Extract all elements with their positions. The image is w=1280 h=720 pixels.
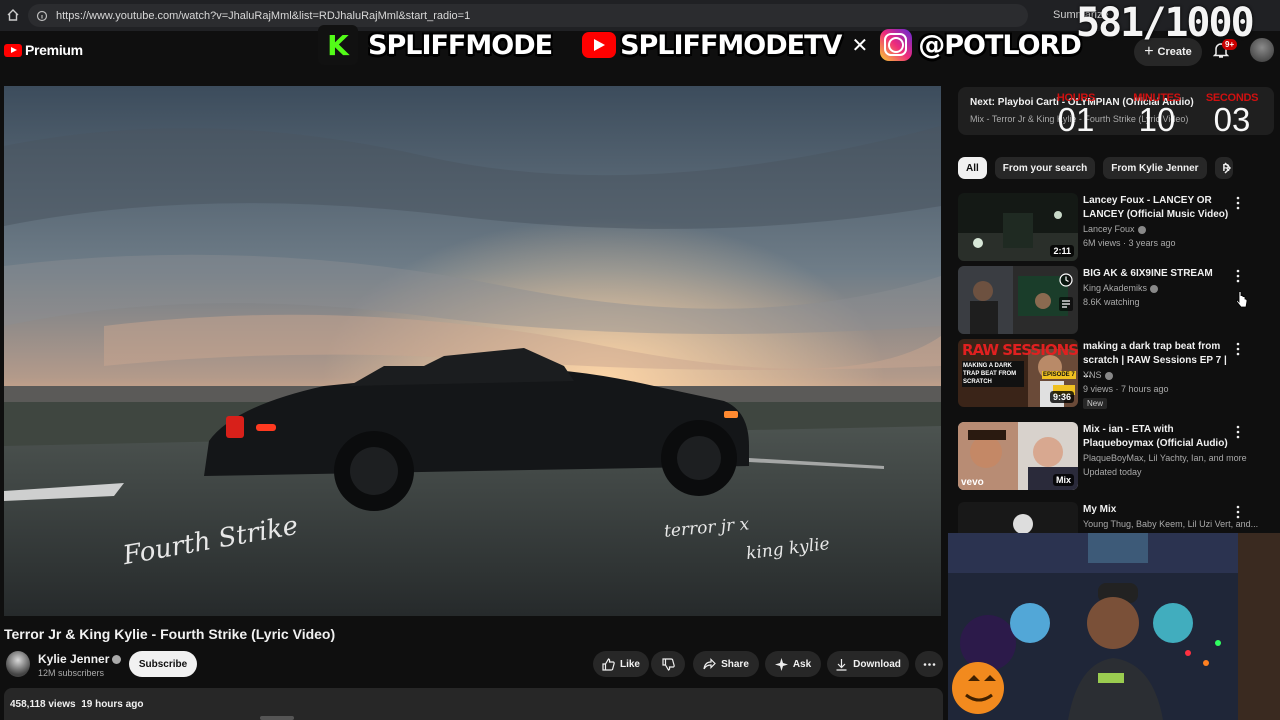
timer-hours: HOURS 01: [1050, 92, 1102, 139]
video-thumbnail[interactable]: RAW SESSIONS MAKING A DARK TRAP BEAT FRO…: [958, 339, 1078, 407]
subscribe-button[interactable]: Subscribe: [129, 651, 197, 677]
video-player[interactable]: Fourth Strike terror jr x king kylie: [4, 86, 941, 616]
streamer-webcam: [948, 533, 1280, 720]
horizontal-scrollbar[interactable]: [260, 716, 294, 720]
more-vertical-icon[interactable]: [1236, 342, 1240, 356]
chip-from-kylie-jenner[interactable]: From Kylie Jenner: [1103, 157, 1207, 179]
create-label: Create: [1157, 46, 1192, 58]
thumbs-up-icon: [602, 657, 615, 671]
recommendation-channel[interactable]: Young Thug, Baby Keem, Lil Uzi Vert, and…: [1083, 519, 1258, 529]
more-vertical-icon[interactable]: [1236, 425, 1240, 439]
recommendation-item[interactable]: 2:11 Lancey Foux - LANCEY OR LANCEY (Off…: [958, 193, 1274, 261]
new-badge: New: [1083, 398, 1108, 409]
subscriber-count: 12M subscribers: [38, 668, 105, 678]
chip-from-your-search[interactable]: From your search: [994, 157, 1096, 179]
video-thumbnail[interactable]: [958, 502, 1078, 534]
logo-text: Premium: [25, 42, 83, 58]
video-thumbnail[interactable]: vevo Mix: [958, 422, 1078, 490]
sparkle-icon: [774, 657, 788, 671]
share-button[interactable]: Share: [693, 651, 759, 677]
instagram-handle: @POTLORD: [918, 29, 1082, 61]
x-separator-icon: ✕: [851, 34, 869, 57]
plus-icon: +: [1144, 43, 1154, 60]
site-info-icon[interactable]: [36, 10, 48, 22]
recommendation-meta: 6M views · 3 years ago: [1083, 238, 1176, 248]
recommendation-channel[interactable]: PlaqueBoyMax, Lil Yachty, Ian, and more: [1083, 453, 1247, 463]
channel-avatar[interactable]: [6, 651, 30, 677]
recommendation-item[interactable]: RAW SESSIONS MAKING A DARK TRAP BEAT FRO…: [958, 339, 1274, 409]
filter-chips: All From your search From Kylie Jenner R: [958, 157, 1233, 179]
youtube-logo-icon: [582, 32, 617, 58]
kick-handle: SPLIFFMODE: [368, 29, 553, 61]
download-button[interactable]: Download: [827, 651, 909, 677]
minutes-value: 10: [1138, 101, 1176, 138]
share-icon: [703, 657, 716, 669]
verified-icon: [1150, 284, 1159, 293]
recommendation-item[interactable]: vevo Mix Mix - ian - ETA with Plaqueboym…: [958, 422, 1274, 490]
ask-label: Ask: [792, 658, 812, 670]
download-label: Download: [853, 658, 901, 670]
recommendation-item[interactable]: BIG AK & 6IX9INE STREAM King Akademiks 8…: [958, 266, 1274, 334]
clock-icon: [1059, 273, 1073, 287]
chevron-right-icon[interactable]: [1221, 161, 1233, 175]
view-stats: 458,118 views 19 hours ago: [10, 699, 144, 710]
recommendation-meta: 8.6K watching: [1083, 297, 1140, 307]
ask-button[interactable]: Ask: [765, 651, 821, 677]
timer-minutes: MINUTES 10: [1124, 92, 1190, 139]
video-duration: 9:36: [1049, 391, 1074, 403]
recommendation-channel[interactable]: Lancey Foux: [1083, 224, 1146, 234]
thumbnail-episode: EPISODE 7: [1042, 371, 1076, 379]
instagram-logo-icon: [880, 29, 913, 61]
kick-logo-icon: K: [318, 25, 358, 65]
recommendation-title[interactable]: Mix - ian - ETA with Plaqueboymax (Offic…: [1083, 423, 1233, 451]
recommendation-meta: Updated today: [1083, 467, 1142, 477]
video-title: Terror Jr & King Kylie - Fourth Strike (…: [4, 626, 336, 642]
youtube-logo-icon: [4, 43, 22, 57]
video-duration: 2:11: [1050, 245, 1074, 257]
more-vertical-icon[interactable]: [1236, 505, 1240, 519]
share-label: Share: [721, 658, 749, 670]
home-icon[interactable]: [6, 8, 20, 22]
goal-counter: 581/1000: [1076, 0, 1255, 46]
more-vertical-icon[interactable]: [1236, 196, 1240, 210]
more-actions-button[interactable]: [915, 651, 943, 677]
thumbnail-subline: MAKING A DARK TRAP BEAT FROM SCRATCH: [962, 361, 1024, 387]
recommendation-title[interactable]: My Mix: [1083, 503, 1233, 517]
thumbnail-headline: RAW SESSIONS: [962, 341, 1078, 359]
vevo-logo: vevo: [961, 477, 984, 488]
more-vertical-icon[interactable]: [1236, 269, 1240, 283]
youtube-premium-logo[interactable]: Premium: [4, 42, 83, 58]
verified-icon: [112, 655, 122, 665]
chip-all[interactable]: All: [958, 157, 987, 179]
recommendation-title[interactable]: BIG AK & 6IX9INE STREAM: [1083, 267, 1233, 281]
youtube-handle: SPLIFFMODETV: [620, 29, 842, 61]
verified-icon: [1104, 371, 1113, 380]
like-label: Like: [619, 658, 640, 670]
recommendation-channel[interactable]: YNS: [1083, 370, 1113, 380]
mouse-cursor-icon: [1236, 291, 1248, 308]
seconds-value: 03: [1213, 101, 1251, 138]
stream-overlay-banner: K SPLIFFMODE SPLIFFMODETV ✕ @POTLORD: [318, 16, 1082, 74]
hours-value: 01: [1057, 101, 1095, 138]
more-horizontal-icon: [923, 662, 935, 666]
timer-seconds: SECONDS 03: [1200, 92, 1264, 139]
recommendation-title[interactable]: Lancey Foux - LANCEY OR LANCEY (Official…: [1083, 194, 1233, 222]
verified-icon: [1137, 225, 1146, 234]
screen: https://www.youtube.com/watch?v=JhaluRaj…: [0, 0, 1280, 720]
mix-label: Mix: [1052, 474, 1074, 486]
channel-name[interactable]: Kylie Jenner: [38, 652, 122, 666]
like-button[interactable]: Like: [593, 651, 649, 677]
description-box[interactable]: [4, 688, 943, 720]
recommendation-channel[interactable]: King Akademiks: [1083, 283, 1159, 293]
video-thumbnail[interactable]: 2:11: [958, 193, 1078, 261]
account-avatar[interactable]: [1250, 38, 1274, 62]
recommendation-meta: 9 views · 7 hours ago: [1083, 384, 1169, 394]
thumbs-down-icon: [661, 657, 675, 671]
dislike-button[interactable]: [651, 651, 685, 677]
download-icon: [836, 658, 847, 671]
recommendation-item[interactable]: My Mix Young Thug, Baby Keem, Lil Uzi Ve…: [958, 502, 1274, 534]
queue-icon: [1059, 297, 1073, 311]
video-thumbnail[interactable]: [958, 266, 1078, 334]
